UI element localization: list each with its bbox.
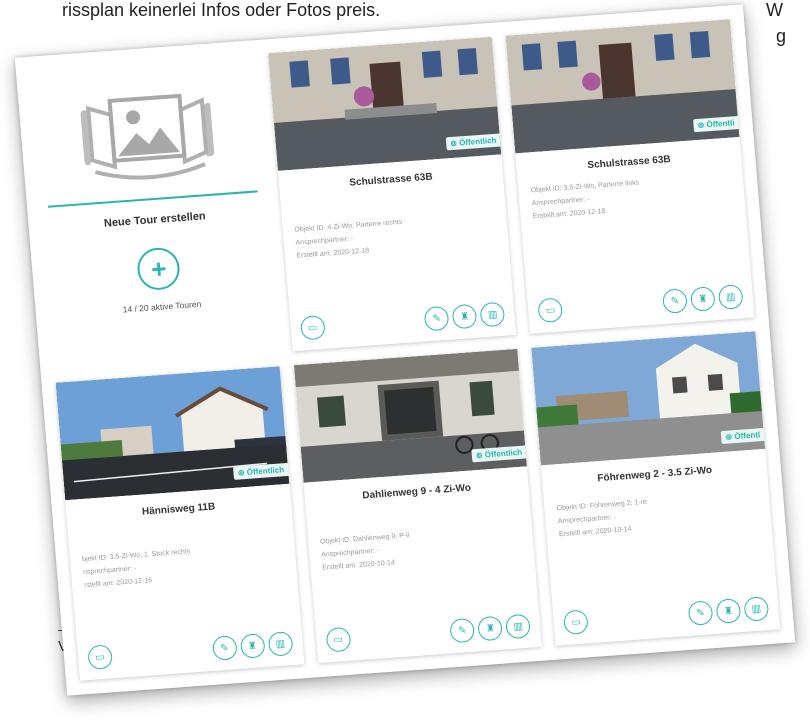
pencil-icon[interactable]: ✎: [661, 288, 688, 314]
bar-chart-icon[interactable]: ▥: [267, 631, 294, 657]
podium-icon[interactable]: ♜: [715, 598, 742, 624]
tour-title: Föhrenweg 2 - 3.5 Zi-Wo: [596, 464, 713, 485]
active-tour-count: 14 / 20 aktive Touren: [122, 298, 202, 315]
document-text-right-1: W: [766, 0, 783, 20]
bar-chart-icon[interactable]: ▥: [505, 613, 532, 640]
bar-chart-icon[interactable]: ▥: [717, 284, 744, 310]
tour-card[interactable]: ⊚ Öffentlich Dahlienweg 9 - 4 Zi-Wo Obje…: [293, 348, 543, 664]
podium-icon[interactable]: ♜: [239, 633, 266, 659]
tour-meta: Objekt ID: Dahlienweg 9; P-li Ansprechpa…: [320, 529, 412, 574]
tour-title: Schulstrasse 63B: [348, 171, 434, 189]
new-tour-divider: [48, 190, 258, 208]
tour-title: Dahlienweg 9 - 4 Zi-Wo: [361, 482, 472, 502]
document-text-right-2: g: [776, 26, 787, 46]
podium-icon[interactable]: ♜: [477, 615, 504, 642]
tour-dashboard-screenshot: Neue Tour erstellen + 14 / 20 aktive Tou…: [14, 4, 796, 696]
tour-photo: ⊚ Öffentlich: [293, 348, 528, 483]
tour-actions: ▭ ✎ ♜ ▥: [537, 284, 744, 324]
tour-actions: ▭ ✎ ♜ ▥: [563, 596, 770, 636]
entrance-photo: [293, 348, 528, 483]
new-tour-title: Neue Tour erstellen: [103, 210, 207, 230]
bar-chart-icon[interactable]: ▥: [743, 596, 770, 622]
house-photo: [55, 366, 290, 501]
tour-title: Schulstrasse 63B: [587, 154, 672, 172]
monitor-icon[interactable]: ▭: [325, 626, 352, 653]
tour-photo: ⊚ Öffentlich: [267, 36, 502, 171]
tour-actions: ▭ ✎ ♜ ▥: [87, 631, 294, 670]
house-photo: [531, 331, 766, 466]
create-tour-button[interactable]: +: [136, 246, 182, 292]
monitor-icon[interactable]: ▭: [537, 297, 564, 324]
monitor-icon[interactable]: ▭: [563, 609, 590, 636]
tour-meta: bjekt ID: 3.5-Zi-Wo, 1. Stock rechts nsp…: [82, 545, 193, 592]
tour-photo: ⊚ Öffentlich: [55, 366, 290, 501]
building-photo: [505, 19, 740, 154]
tour-meta: Objekt ID: Föhrenweg 2; 1-re Ansprechpar…: [556, 496, 649, 541]
pencil-icon[interactable]: ✎: [423, 305, 450, 332]
tour-photo: ⊚ Öffentli: [505, 19, 740, 154]
podium-icon[interactable]: ♜: [689, 286, 716, 312]
pencil-icon[interactable]: ✎: [449, 617, 476, 644]
podium-icon[interactable]: ♜: [451, 303, 478, 330]
tour-grid: Neue Tour erstellen + 14 / 20 aktive Tou…: [29, 19, 781, 681]
tour-photo: ⊚ Öffentl: [531, 331, 766, 466]
tour-card[interactable]: ⊚ Öffentli Schulstrasse 63B Objekt ID: 3…: [505, 19, 755, 334]
tour-meta: Objekt ID: 3.5-Zi-Wo, Parterre links Ans…: [530, 176, 642, 223]
document-text-top: rissplan keinerlei Infos oder Fotos prei…: [62, 0, 381, 20]
building-photo: [267, 36, 502, 171]
pencil-icon[interactable]: ✎: [211, 635, 238, 661]
monitor-icon[interactable]: ▭: [299, 314, 326, 341]
panorama-image-icon: [80, 93, 215, 180]
tour-title: Hännisweg 11B: [141, 501, 216, 518]
bar-chart-icon[interactable]: ▥: [479, 301, 506, 328]
tour-card[interactable]: ⊚ Öffentlich Schulstrasse 63B Objekt ID:…: [267, 36, 517, 352]
new-tour-tile: Neue Tour erstellen + 14 / 20 aktive Tou…: [29, 54, 279, 369]
tour-meta: Objekt ID: 4-Zi-Wo, Parterre rechts Ansp…: [294, 216, 405, 263]
monitor-icon[interactable]: ▭: [87, 644, 114, 670]
tour-actions: ▭ ✎ ♜ ▥: [325, 613, 532, 653]
tour-actions: ▭ ✎ ♜ ▥: [299, 301, 506, 341]
tour-card[interactable]: ⊚ Öffentl Föhrenweg 2 - 3.5 Zi-Wo Objekt…: [531, 331, 781, 646]
tour-card[interactable]: ⊚ Öffentlich Hännisweg 11B bjekt ID: 3.5…: [55, 366, 305, 681]
pencil-icon[interactable]: ✎: [687, 600, 714, 626]
